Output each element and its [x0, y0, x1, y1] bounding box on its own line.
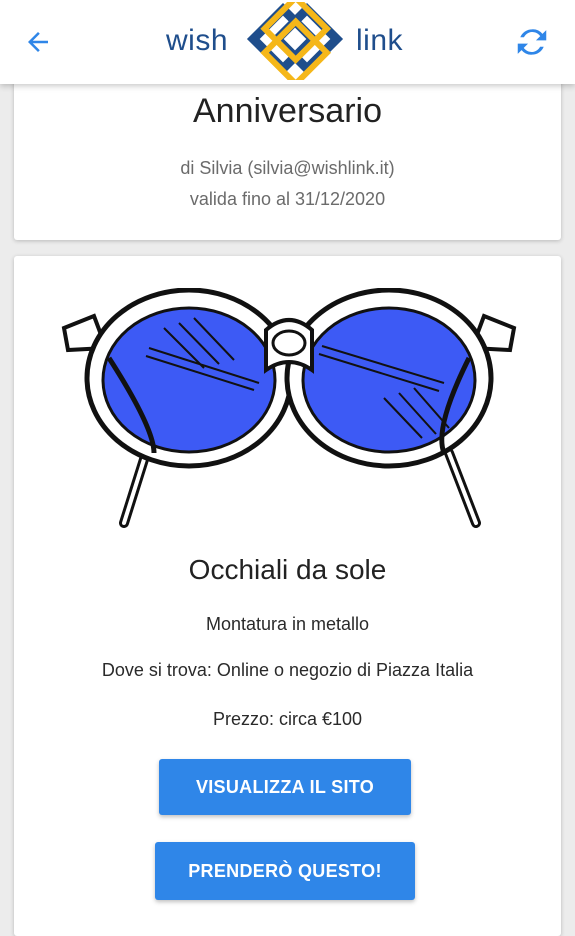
list-owner: di Silvia (silvia@wishlink.it)	[180, 158, 395, 178]
arrow-left-icon	[28, 32, 48, 52]
logo-wish-text: wish	[166, 24, 229, 57]
list-header-card: Anniversario di Silvia (silvia@wishlink.…	[14, 70, 561, 240]
product-name: Occhiali da sole	[188, 554, 387, 585]
list-title: Anniversario	[193, 92, 382, 130]
product-location: Dove si trova: Online o negozio di Piazz…	[101, 660, 474, 680]
list-validity: valida fino al 31/12/2020	[189, 189, 386, 209]
logo-link-text: link	[356, 24, 404, 57]
sunglasses-image	[61, 288, 517, 528]
product-price: Prezzo: circa €100	[212, 709, 363, 729]
logo-diamonds-icon	[246, 2, 344, 80]
refresh-button[interactable]	[510, 20, 554, 64]
take-this-button[interactable]: PRENDERÒ QUESTO!	[155, 842, 415, 900]
view-site-button[interactable]: VISUALIZZA IL SITO	[159, 759, 411, 815]
wishlink-logo: wish link	[166, 2, 410, 80]
app-bar: wish link	[0, 0, 575, 84]
back-button[interactable]	[18, 22, 58, 62]
product-description: Montatura in metallo	[205, 614, 370, 634]
refresh-icon	[517, 29, 547, 55]
wish-item-card: Occhiali da sole Montatura in metallo Do…	[14, 256, 561, 936]
